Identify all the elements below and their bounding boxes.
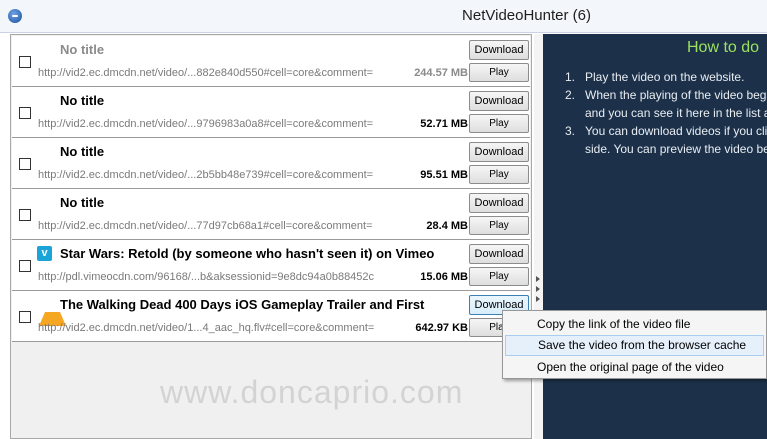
video-size: 95.51 MB [420,169,468,181]
download-button[interactable]: Download [469,91,529,111]
row-checkbox[interactable] [19,311,31,323]
step-text: and you can see it here in the list a [585,106,767,120]
video-url: http://vid2.ec.dmcdn.net/video/...2b5bb4… [38,169,374,181]
row-checkbox[interactable] [19,158,31,170]
video-row: No title http://vid2.ec.dmcdn.net/video/… [12,87,530,138]
video-row: v Star Wars: Retold (by someone who hasn… [12,240,530,291]
step-text: side. You can preview the video be [585,142,767,156]
video-url: http://vid2.ec.dmcdn.net/video/1...4_aac… [38,322,375,334]
video-size: 52.71 MB [420,118,468,130]
play-button[interactable]: Play [469,267,529,286]
row-checkbox[interactable] [19,209,31,221]
menu-item-open-original-page[interactable]: Open the original page of the video [505,357,764,378]
step-number: 1. [565,70,576,84]
video-url: http://vid2.ec.dmcdn.net/video/...979698… [38,118,374,130]
download-button[interactable]: Download [469,142,529,162]
video-url: http://vid2.ec.dmcdn.net/video/...77d97c… [38,220,373,232]
play-button[interactable]: Play [469,63,529,82]
collapse-arrow-icon [536,296,540,302]
watermark: www.doncaprio.com [160,374,464,410]
row-checkbox[interactable] [19,56,31,68]
collapse-arrow-icon [536,276,540,282]
play-button[interactable]: Play [469,114,529,133]
download-button[interactable]: Download [469,193,529,213]
video-title: The Walking Dead 400 Days iOS Gameplay T… [60,297,425,312]
context-menu: Copy the link of the video file Save the… [502,310,767,379]
row-checkbox[interactable] [19,107,31,119]
row-checkbox[interactable] [19,260,31,272]
step-text: When the playing of the video beg [585,88,767,102]
step-number: 3. [565,124,576,138]
title-bar: NetVideoHunter (6) [0,0,767,33]
step-text: Play the video on the website. [585,70,745,84]
play-button[interactable]: Play [469,165,529,184]
menu-item-save-from-cache[interactable]: Save the video from the browser cache [505,335,764,356]
step-text: You can download videos if you cli [585,124,767,138]
video-size: 28.4 MB [426,220,468,232]
video-title: Star Wars: Retold (by someone who hasn't… [60,246,435,261]
help-title: How to do [687,39,760,56]
video-row: No title http://vid2.ec.dmcdn.net/video/… [12,36,530,87]
play-button[interactable]: Play [469,216,529,235]
video-size: 244.57 MB [414,67,468,79]
video-size: 642.97 KB [415,322,468,334]
video-title: No title [60,42,105,57]
download-button[interactable]: Download [469,40,529,60]
video-url: http://vid2.ec.dmcdn.net/video/...882e84… [38,67,374,79]
video-row: No title http://vid2.ec.dmcdn.net/video/… [12,189,530,240]
vimeo-icon: v [37,246,52,261]
video-title: No title [60,195,105,210]
menu-item-copy-link[interactable]: Copy the link of the video file [505,314,764,335]
window-title: NetVideoHunter (6) [462,7,591,24]
video-size: 15.06 MB [420,271,468,283]
video-row: No title http://vid2.ec.dmcdn.net/video/… [12,138,530,189]
video-title: No title [60,93,105,108]
collapse-arrow-icon [536,286,540,292]
video-url: http://pdl.vimeocdn.com/96168/...b&akses… [38,271,375,283]
step-number: 2. [565,88,576,102]
video-row: The Walking Dead 400 Days iOS Gameplay T… [12,291,530,342]
video-title: No title [60,144,105,159]
download-button[interactable]: Download [469,244,529,264]
